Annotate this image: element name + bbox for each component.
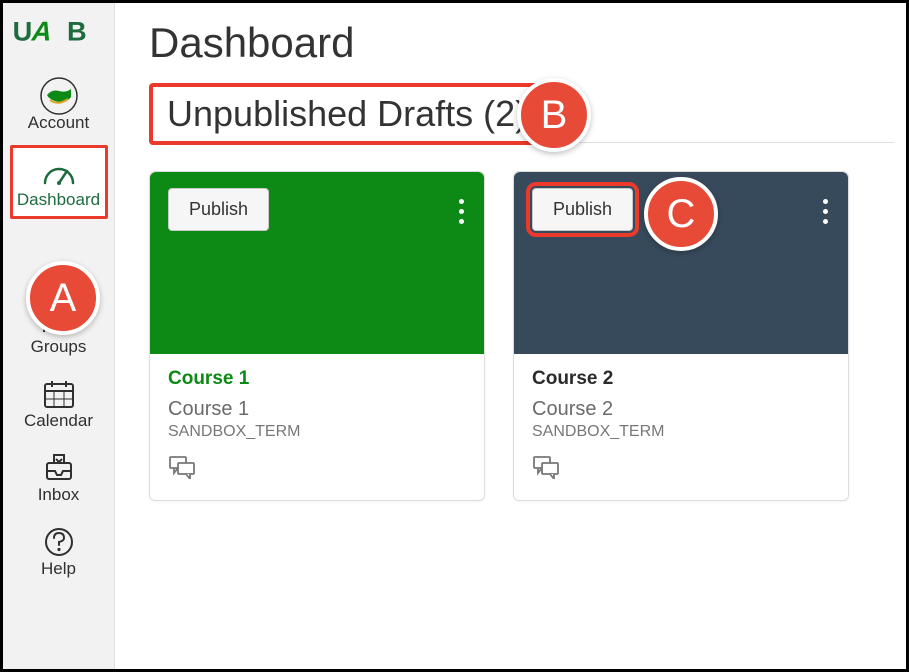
nav-inbox-label: Inbox xyxy=(38,485,80,505)
course-card-body: Course 2 Course 2 SANDBOX_TERM xyxy=(514,354,848,500)
annotation-badge-a: A xyxy=(26,261,100,335)
course-title-link[interactable]: Course 1 xyxy=(168,368,466,390)
discussions-icon[interactable] xyxy=(532,455,830,484)
account-avatar-icon xyxy=(40,79,78,113)
card-menu-kebab-icon[interactable] xyxy=(459,194,464,229)
nav-help-label: Help xyxy=(41,559,76,579)
course-subtitle: Course 2 xyxy=(532,398,830,421)
speedometer-icon xyxy=(41,156,77,190)
discussions-icon[interactable] xyxy=(168,455,466,484)
course-card-body: Course 1 Course 1 SANDBOX_TERM xyxy=(150,354,484,500)
inbox-icon xyxy=(43,451,75,485)
course-term: SANDBOX_TERM xyxy=(532,423,830,441)
course-card[interactable]: Publish Course 1 Course 1 SANDBOX_TERM xyxy=(149,171,485,501)
nav-help[interactable]: Help xyxy=(10,517,108,585)
svg-text:A: A xyxy=(28,16,56,46)
nav-calendar-label: Calendar xyxy=(24,411,93,431)
calendar-icon xyxy=(43,377,75,411)
course-subtitle: Course 1 xyxy=(168,398,466,421)
nav-dashboard-label: Dashboard xyxy=(17,190,100,210)
nav-inbox[interactable]: Inbox xyxy=(10,443,108,511)
course-cards-row: Publish Course 1 Course 1 SANDBOX_TERM xyxy=(149,171,878,501)
publish-button[interactable]: Publish xyxy=(168,188,269,231)
card-menu-kebab-icon[interactable] xyxy=(823,194,828,229)
main-content: Dashboard Unpublished Drafts (2) Publish… xyxy=(115,3,906,501)
page-title: Dashboard xyxy=(149,19,878,67)
annotation-badge-c: C xyxy=(644,177,718,251)
course-term: SANDBOX_TERM xyxy=(168,423,466,441)
global-nav-sidebar: U A B Account Dashboard xyxy=(3,3,115,669)
course-title-link[interactable]: Course 2 xyxy=(532,368,830,390)
nav-groups-label: Groups xyxy=(31,337,87,357)
publish-button[interactable]: Publish xyxy=(532,188,633,231)
nav-account[interactable]: Account xyxy=(10,71,108,139)
uab-logo: U A B xyxy=(10,9,108,53)
svg-text:B: B xyxy=(67,16,87,47)
course-card-header: Publish xyxy=(150,172,484,354)
nav-calendar[interactable]: Calendar xyxy=(10,369,108,437)
section-title-text: Unpublished Drafts (2) xyxy=(167,93,527,134)
nav-account-label: Account xyxy=(28,113,89,133)
help-icon xyxy=(43,525,75,559)
annotation-badge-b: B xyxy=(517,78,591,152)
nav-dashboard[interactable]: Dashboard xyxy=(10,145,108,219)
unpublished-drafts-heading: Unpublished Drafts (2) xyxy=(149,83,545,145)
